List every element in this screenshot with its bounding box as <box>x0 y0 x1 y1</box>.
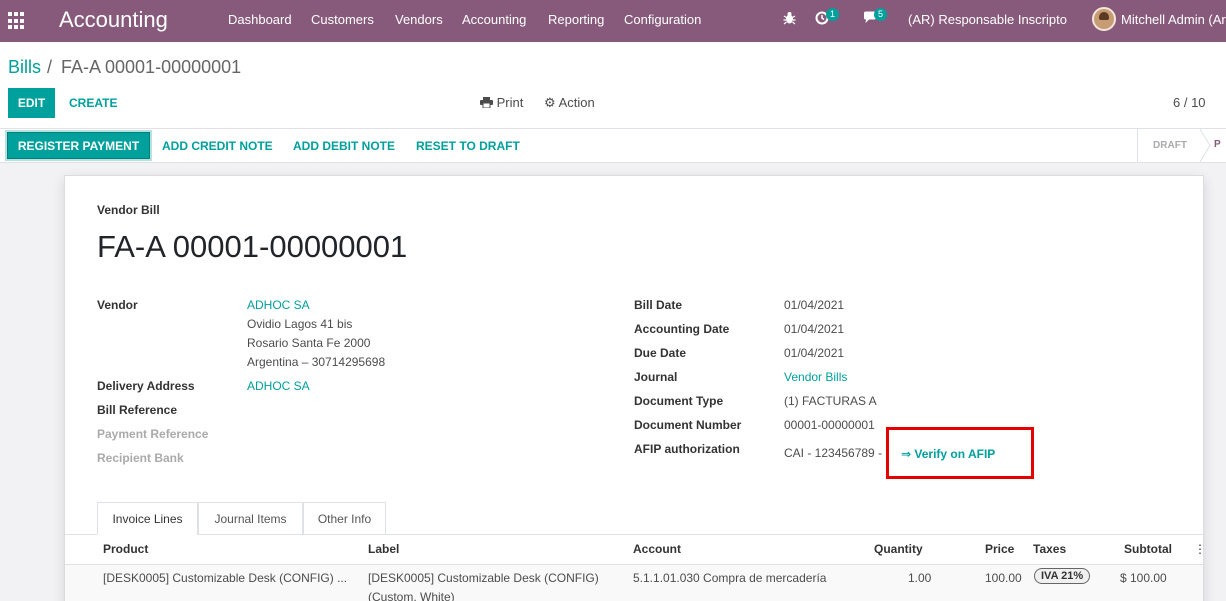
tab-invoice-lines[interactable]: Invoice Lines <box>97 502 198 535</box>
breadcrumb-separator: / <box>47 57 53 77</box>
messages-chat-icon[interactable]: 5 <box>863 8 888 29</box>
bill-number-title: FA-A 00001-00000001 <box>97 229 408 264</box>
user-avatar[interactable] <box>1092 7 1116 31</box>
column-header-taxes[interactable]: Taxes <box>1033 542 1066 557</box>
activities-clock-icon[interactable]: 1 <box>815 8 840 30</box>
row-subtotal: $ 100.00 <box>1120 571 1167 585</box>
optional-columns-kebab-icon[interactable]: ⋮ <box>1194 542 1206 557</box>
bill-reference-label: Bill Reference <box>97 403 178 417</box>
stage-draft[interactable]: DRAFT <box>1137 129 1202 162</box>
vendor-label: Vendor <box>97 298 138 312</box>
activities-count-badge: 1 <box>826 8 840 21</box>
row-tax-badge: IVA 21% <box>1034 568 1091 584</box>
recipient-bank-label: Recipient Bank <box>97 451 184 465</box>
menu-configuration[interactable]: Configuration <box>624 12 701 28</box>
due-date-label: Due Date <box>634 346 687 360</box>
delivery-address-label: Delivery Address <box>97 379 195 393</box>
stage-chevron-icon <box>1200 129 1211 162</box>
column-header-price[interactable]: Price <box>985 542 1014 557</box>
tab-journal-items[interactable]: Journal Items <box>198 502 303 535</box>
action-dropdown[interactable]: ⚙ Action <box>544 95 595 111</box>
document-type-label: Document Type <box>634 394 724 408</box>
messages-count-badge: 5 <box>874 8 888 21</box>
journal-link[interactable]: Vendor Bills <box>784 370 847 385</box>
create-button[interactable]: CREATE <box>69 88 117 118</box>
accounting-date-value: 01/04/2021 <box>784 322 845 336</box>
column-header-account[interactable]: Account <box>633 542 681 557</box>
row-label-line: [DESK0005] Customizable Desk (CONFIG) <box>368 571 599 585</box>
action-label: Action <box>558 95 595 110</box>
vendor-link[interactable]: ADHOC SA <box>247 298 310 313</box>
print-label: Print <box>496 95 524 110</box>
column-header-label[interactable]: Label <box>368 542 399 557</box>
tab-other-info[interactable]: Other Info <box>303 502 386 535</box>
print-dropdown[interactable]: Print <box>480 95 523 111</box>
column-header-subtotal[interactable]: Subtotal <box>1124 542 1172 557</box>
printer-icon <box>480 97 493 109</box>
menu-dashboard[interactable]: Dashboard <box>228 12 292 28</box>
menu-vendors[interactable]: Vendors <box>395 12 443 28</box>
row-quantity: 1.00 <box>908 571 932 585</box>
afip-authorization-value: CAI - 123456789 - <box>784 446 883 460</box>
register-payment-button[interactable]: REGISTER PAYMENT <box>7 132 150 159</box>
add-debit-note-button[interactable]: ADD DEBIT NOTE <box>293 138 395 154</box>
verify-on-afip-link[interactable]: ⇒ Verify on AFIP <box>901 447 995 462</box>
app-brand[interactable]: Accounting <box>59 7 168 33</box>
bill-date-label: Bill Date <box>634 298 683 312</box>
bill-date-value: 01/04/2021 <box>784 298 845 312</box>
top-navbar: Accounting Dashboard Customers Vendors A… <box>0 0 1226 42</box>
control-panel: Bills / FA-A 00001-00000001 EDIT CREATE … <box>0 42 1226 129</box>
breadcrumb-current: FA-A 00001-00000001 <box>61 57 242 77</box>
stage-posted[interactable]: P <box>1214 139 1221 151</box>
document-type-value: (1) FACTURAS A <box>784 394 877 408</box>
apps-menu-icon[interactable] <box>8 12 26 30</box>
row-label-line: (Custom, White) <box>368 590 455 601</box>
document-number-label: Document Number <box>634 418 742 432</box>
form-statusbar: REGISTER PAYMENT ADD CREDIT NOTE ADD DEB… <box>0 129 1226 163</box>
breadcrumb-bills-link[interactable]: Bills <box>8 56 41 78</box>
column-header-quantity[interactable]: Quantity <box>874 542 923 557</box>
afip-authorization-label: AFIP authorization <box>634 442 740 456</box>
row-product: [DESK0005] Customizable Desk (CONFIG) ..… <box>103 571 348 585</box>
user-menu[interactable]: Mitchell Admin (Ar <box>1121 12 1226 28</box>
edit-button[interactable]: EDIT <box>8 88 55 118</box>
payment-reference-label: Payment Reference <box>97 427 209 441</box>
menu-customers[interactable]: Customers <box>311 12 374 28</box>
vendor-address-line: Ovidio Lagos 41 bis <box>247 317 353 331</box>
vendor-address-line: Rosario Santa Fe 2000 <box>247 336 371 350</box>
row-price: 100.00 <box>985 571 1022 585</box>
journal-label: Journal <box>634 370 678 384</box>
menu-reporting[interactable]: Reporting <box>548 12 604 28</box>
record-pager[interactable]: 6 / 10 <box>1173 95 1206 111</box>
company-switcher[interactable]: (AR) Responsable Inscripto <box>908 12 1067 28</box>
row-label: [DESK0005] Customizable Desk (CONFIG) (C… <box>368 569 623 601</box>
form-sheet: Vendor Bill FA-A 00001-00000001 Vendor A… <box>64 175 1206 601</box>
accounting-date-label: Accounting Date <box>634 322 730 336</box>
add-credit-note-button[interactable]: ADD CREDIT NOTE <box>162 138 273 154</box>
due-date-value: 01/04/2021 <box>784 346 845 360</box>
menu-accounting[interactable]: Accounting <box>462 12 526 28</box>
reset-to-draft-button[interactable]: RESET TO DRAFT <box>416 138 520 154</box>
document-type-heading: Vendor Bill <box>97 203 160 217</box>
column-header-product[interactable]: Product <box>103 542 148 557</box>
gear-icon: ⚙ <box>544 95 556 110</box>
delivery-address-link[interactable]: ADHOC SA <box>247 379 310 394</box>
bug-icon[interactable] <box>783 11 796 30</box>
row-account: 5.1.1.01.030 Compra de mercadería <box>633 571 827 585</box>
document-number-value: 00001-00000001 <box>784 418 875 432</box>
vendor-address-line: Argentina – 30714295698 <box>247 355 386 369</box>
